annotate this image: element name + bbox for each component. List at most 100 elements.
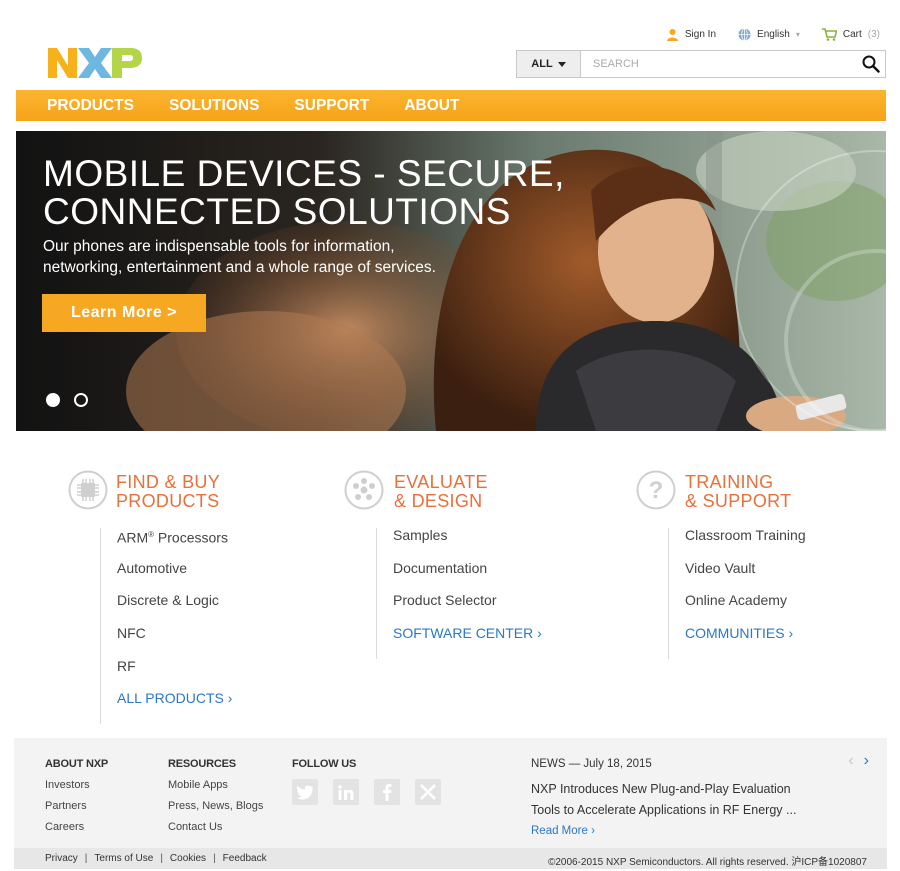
twitter-icon[interactable]: [292, 779, 318, 805]
heading-line1: TRAINING: [685, 472, 774, 492]
training-support-links: Classroom Training Video Vault Online Ac…: [668, 528, 806, 659]
utility-bar: Sign In English ▾ Cart (3): [666, 28, 880, 41]
link-rf[interactable]: RF: [117, 659, 232, 692]
news-headline[interactable]: NXP Introduces New Plug-and-Play Evaluat…: [531, 779, 801, 820]
main-nav: PRODUCTS SOLUTIONS SUPPORT ABOUT: [16, 90, 886, 121]
svg-text:?: ?: [649, 477, 664, 504]
footer-link-contact[interactable]: Contact Us: [168, 821, 263, 842]
training-support-heading[interactable]: TRAINING & SUPPORT: [685, 473, 791, 511]
hero-banner: MOBILE DEVICES - SECURE, CONNECTED SOLUT…: [16, 131, 886, 431]
footer-about-heading: ABOUT NXP: [45, 758, 108, 770]
xing-icon[interactable]: [415, 779, 441, 805]
link-software-center[interactable]: SOFTWARE CENTER ›: [393, 626, 542, 659]
heading-line2: PRODUCTS: [116, 491, 220, 511]
cookies-link[interactable]: Cookies: [170, 853, 206, 864]
legal-bar: Privacy | Terms of Use | Cookies | Feedb…: [14, 848, 887, 869]
link-automotive[interactable]: Automotive: [117, 561, 232, 594]
cart-label: Cart: [842, 29, 862, 40]
link-nfc[interactable]: NFC: [117, 626, 232, 659]
link-discrete-logic[interactable]: Discrete & Logic: [117, 593, 232, 626]
footer-link-partners[interactable]: Partners: [45, 800, 108, 821]
link-communities[interactable]: COMMUNITIES ›: [685, 626, 806, 659]
footer: ABOUT NXP Investors Partners Careers RES…: [14, 738, 887, 848]
link-arm-processors[interactable]: ARM® Processors: [117, 528, 232, 561]
heading-line1: FIND & BUY: [116, 472, 221, 492]
language-selector[interactable]: English ▾: [738, 28, 800, 41]
search-input[interactable]: [581, 51, 857, 77]
link-documentation[interactable]: Documentation: [393, 561, 542, 594]
evaluate-design-heading[interactable]: EVALUATE & DESIGN: [394, 473, 488, 511]
arm-label: ARM: [117, 529, 149, 546]
learn-more-button[interactable]: Learn More >: [42, 294, 206, 332]
user-icon: [666, 29, 678, 41]
link-product-selector[interactable]: Product Selector: [393, 593, 542, 626]
footer-follow: FOLLOW US: [292, 758, 441, 805]
copyright-text: ©2006-2015 NXP Semiconductors. All right…: [547, 857, 867, 868]
feedback-link[interactable]: Feedback: [223, 853, 267, 864]
link-online-academy[interactable]: Online Academy: [685, 593, 806, 626]
heading-line2: & DESIGN: [394, 491, 483, 511]
heading-line1: EVALUATE: [394, 472, 488, 492]
search-bar: ALL: [516, 50, 886, 78]
news-arrows: ‹ ›: [848, 752, 869, 770]
nav-support[interactable]: SUPPORT: [294, 97, 369, 115]
signin-label: Sign In: [684, 29, 717, 40]
hero-description: Our phones are indispensable tools for i…: [43, 238, 436, 276]
nav-about[interactable]: ABOUT: [404, 97, 459, 115]
carousel-dot-2[interactable]: [74, 393, 88, 407]
news-prev-arrow[interactable]: ‹: [848, 752, 853, 770]
molecule-icon: [344, 470, 384, 510]
read-more-link[interactable]: Read More ›: [531, 825, 801, 837]
search-button[interactable]: [857, 51, 885, 77]
privacy-link[interactable]: Privacy: [45, 853, 78, 864]
news-heading: NEWS — July 18, 2015: [531, 758, 652, 770]
search-category-dropdown[interactable]: ALL: [517, 51, 581, 77]
link-all-products[interactable]: ALL PRODUCTS ›: [117, 691, 232, 724]
heading-line2: & SUPPORT: [685, 491, 792, 511]
hero-title-line2: CONNECTED SOLUTIONS: [43, 191, 511, 232]
chip-icon: [68, 470, 108, 510]
search-icon: [862, 55, 880, 73]
cart-link[interactable]: Cart (3): [821, 28, 880, 41]
link-samples[interactable]: Samples: [393, 528, 542, 561]
separator: |: [160, 853, 163, 864]
footer-resources-heading: RESOURCES: [168, 758, 236, 770]
linkedin-icon[interactable]: [333, 779, 359, 805]
footer-link-careers[interactable]: Careers: [45, 821, 108, 842]
footer-follow-heading: FOLLOW US: [292, 758, 357, 770]
social-icons: [292, 779, 441, 805]
footer-link-mobile-apps[interactable]: Mobile Apps: [168, 779, 263, 800]
caret-down-icon: [557, 61, 566, 67]
nav-solutions[interactable]: SOLUTIONS: [169, 97, 259, 115]
search-category-label: ALL: [531, 58, 553, 70]
nav-products[interactable]: PRODUCTS: [47, 97, 134, 115]
footer-link-press[interactable]: Press, News, Blogs: [168, 800, 263, 821]
footer-resources: RESOURCES Mobile Apps Press, News, Blogs…: [168, 758, 263, 842]
find-buy-heading[interactable]: FIND & BUY PRODUCTS: [116, 473, 220, 511]
footer-link-investors[interactable]: Investors: [45, 779, 108, 800]
news-next-arrow[interactable]: ›: [864, 752, 869, 770]
hero-title: MOBILE DEVICES - SECURE, CONNECTED SOLUT…: [43, 155, 565, 231]
footer-about: ABOUT NXP Investors Partners Careers: [45, 758, 108, 842]
nxp-logo[interactable]: [46, 46, 144, 80]
arm-suffix: Processors: [154, 529, 228, 546]
globe-icon: [738, 28, 751, 41]
link-video-vault[interactable]: Video Vault: [685, 561, 806, 594]
separator: |: [84, 853, 88, 864]
link-classroom-training[interactable]: Classroom Training: [685, 528, 806, 561]
terms-link[interactable]: Terms of Use: [94, 853, 153, 864]
page: Sign In English ▾ Cart (3) ALL SEARCH PR…: [0, 0, 900, 871]
footer-news: NEWS — July 18, 2015 NXP Introduces New …: [531, 758, 801, 837]
language-label: English: [757, 29, 790, 40]
evaluate-design-links: Samples Documentation Product Selector S…: [376, 528, 542, 659]
cart-count: (3): [867, 29, 880, 40]
chevron-down-icon: ▾: [795, 30, 800, 39]
separator: |: [213, 853, 216, 864]
cart-icon: [821, 28, 837, 41]
carousel-dot-1[interactable]: [46, 393, 60, 407]
signin-link[interactable]: Sign In: [666, 28, 716, 41]
facebook-icon[interactable]: [374, 779, 400, 805]
question-icon: ?: [636, 470, 676, 510]
hero-title-line1: MOBILE DEVICES - SECURE,: [43, 153, 565, 194]
find-buy-links: ARM® Processors Automotive Discrete & Lo…: [100, 528, 232, 725]
